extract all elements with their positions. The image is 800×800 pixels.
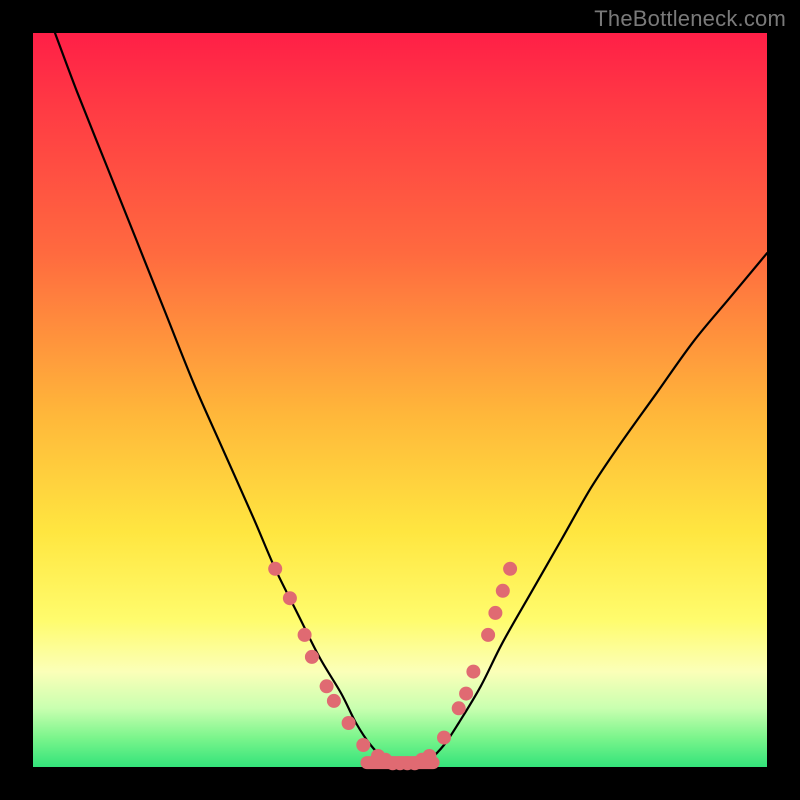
highlight-dot bbox=[459, 687, 473, 701]
watermark-text: TheBottleneck.com bbox=[594, 6, 786, 32]
highlight-dot bbox=[283, 591, 297, 605]
highlight-dot bbox=[503, 562, 517, 576]
highlight-dot bbox=[488, 606, 502, 620]
highlight-dot bbox=[305, 650, 319, 664]
highlight-dot bbox=[481, 628, 495, 642]
highlight-dot bbox=[496, 584, 510, 598]
highlight-dot bbox=[268, 562, 282, 576]
highlight-dot bbox=[356, 738, 370, 752]
highlight-dot bbox=[298, 628, 312, 642]
highlight-dot bbox=[327, 694, 341, 708]
highlight-dot bbox=[320, 679, 334, 693]
bottleneck-curve bbox=[55, 33, 767, 768]
highlight-dot bbox=[422, 749, 436, 763]
plot-area bbox=[33, 33, 767, 767]
highlight-dot bbox=[452, 701, 466, 715]
highlight-dot bbox=[466, 665, 480, 679]
highlight-dot bbox=[342, 716, 356, 730]
chart-frame: TheBottleneck.com bbox=[0, 0, 800, 800]
curve-svg bbox=[33, 33, 767, 767]
highlight-dot bbox=[437, 731, 451, 745]
